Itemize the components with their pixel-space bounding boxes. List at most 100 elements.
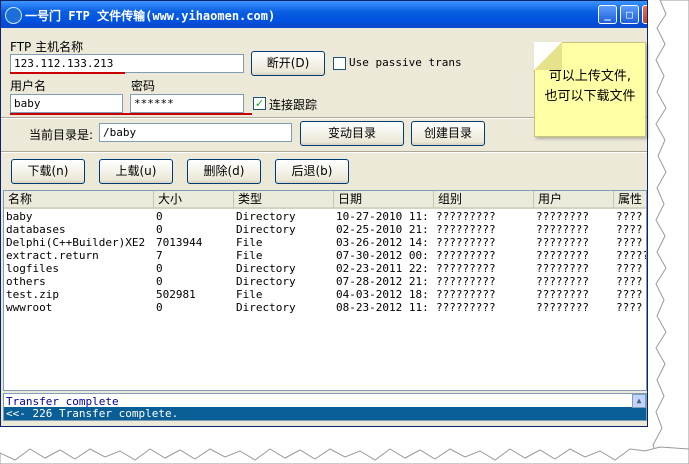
cell-name: baby — [6, 210, 33, 223]
disconnect-button[interactable]: 断开(D) — [251, 51, 325, 76]
cell-group: ????????? — [436, 236, 496, 249]
cell-group: ????????? — [436, 223, 496, 236]
current-dir-input[interactable]: /baby — [99, 123, 292, 142]
cell-user: ???????? — [536, 249, 589, 262]
table-row[interactable]: others 0 Directory 07-28-2012 21:??????????… — [4, 275, 646, 288]
list-header: 名称 大小 类型 日期 组别 用户 属性 — [4, 191, 646, 209]
cell-type: Directory — [236, 210, 296, 223]
cell-type: Directory — [236, 262, 296, 275]
cell-attr: ???? — [616, 288, 643, 301]
cell-type: File — [236, 288, 263, 301]
cell-size: 0 — [156, 210, 163, 223]
password-label: 密码 — [131, 79, 156, 93]
cell-attr: ???? — [616, 275, 643, 288]
user-label: 用户名 — [10, 79, 47, 93]
column-header-group[interactable]: 组别 — [434, 191, 534, 209]
cell-size: 0 — [156, 275, 163, 288]
cell-date: 03-26-2012 14: — [336, 236, 429, 249]
column-header-date[interactable]: 日期 — [334, 191, 434, 209]
credentials-underline — [10, 113, 252, 115]
note-fold — [534, 42, 562, 70]
maximize-button[interactable]: □ — [620, 5, 639, 24]
app-icon — [5, 7, 22, 24]
column-header-user[interactable]: 用户 — [534, 191, 614, 209]
host-input[interactable]: 123.112.133.213 — [10, 54, 244, 73]
cell-group: ????????? — [436, 210, 496, 223]
window-title: 一号门 FTP 文件传输(www.yihaomen.com) — [25, 9, 276, 23]
cell-type: Directory — [236, 275, 296, 288]
cell-group: ????????? — [436, 275, 496, 288]
file-list[interactable]: 名称 大小 类型 日期 组别 用户 属性 baby 0 Directory 10-27… — [3, 190, 647, 391]
sticky-note: 可以上传文件, 也可以下载文件 — [534, 42, 646, 137]
password-input[interactable]: ****** — [130, 94, 244, 113]
cell-type: Directory — [236, 223, 296, 236]
download-button[interactable]: 下载(n) — [11, 159, 85, 184]
table-row[interactable]: test.zip 502981 File 04-03-2012 18:????????… — [4, 288, 646, 301]
table-row[interactable]: wwwroot 0 Directory 08-23-2012 11:?????????… — [4, 301, 646, 314]
separator — [1, 151, 647, 153]
back-button[interactable]: 后退(b) — [275, 159, 349, 184]
title-bar[interactable]: 一号门 FTP 文件传输(www.yihaomen.com) _ □ × — [1, 1, 647, 28]
cell-date: 10-27-2010 11: — [336, 210, 429, 223]
scroll-up-icon[interactable]: ▲ — [632, 394, 646, 408]
trace-checkbox[interactable]: ✓ — [253, 97, 266, 110]
log-line-selected: <<- 226 Transfer complete. — [4, 407, 646, 420]
table-row[interactable]: logfiles 0 Directory 02-23-2011 22:????????… — [4, 262, 646, 275]
note-text: 可以上传文件, 也可以下载文件 — [544, 69, 636, 104]
cell-attr: ???? — [616, 223, 643, 236]
column-header-size[interactable]: 大小 — [154, 191, 234, 209]
cell-user: ???????? — [536, 236, 589, 249]
cell-attr: ???? — [616, 236, 643, 249]
cell-attr: ???? — [616, 262, 643, 275]
cell-name: extract.return — [6, 249, 99, 262]
delete-button[interactable]: 删除(d) — [187, 159, 261, 184]
cell-size: 7 — [156, 249, 163, 262]
table-row[interactable]: baby 0 Directory 10-27-2010 11:????????????… — [4, 210, 646, 223]
cell-type: File — [236, 249, 263, 262]
cell-group: ????????? — [436, 249, 496, 262]
cell-user: ???????? — [536, 301, 589, 314]
current-dir-label: 当前目录是: — [29, 128, 94, 142]
column-header-name[interactable]: 名称 — [4, 191, 154, 209]
cell-date: 04-03-2012 18: — [336, 288, 429, 301]
cell-name: databases — [6, 223, 66, 236]
cell-size: 0 — [156, 223, 163, 236]
user-input[interactable]: baby — [10, 94, 123, 113]
cell-date: 08-23-2012 11: — [336, 301, 429, 314]
column-header-attr[interactable]: 属性 — [614, 191, 646, 209]
cell-date: 07-30-2012 00: — [336, 249, 429, 262]
cell-user: ???????? — [536, 223, 589, 236]
cell-user: ???????? — [536, 275, 589, 288]
table-row[interactable]: Delphi(C++Builder)XE2 7013944 File 03-26-20… — [4, 236, 646, 249]
change-dir-button[interactable]: 变动目录 — [300, 121, 404, 146]
cell-attr: ???? — [616, 301, 643, 314]
cell-group: ????????? — [436, 301, 496, 314]
column-header-type[interactable]: 类型 — [234, 191, 334, 209]
log-panel[interactable]: Transfer complete <<- 226 Transfer compl… — [3, 393, 647, 421]
table-row[interactable]: extract.return 7 File 07-30-2012 00:???????… — [4, 249, 646, 262]
create-dir-button[interactable]: 创建目录 — [411, 121, 485, 146]
cell-name: others — [6, 275, 46, 288]
cell-date: 02-25-2010 21: — [336, 223, 429, 236]
cell-date: 07-28-2012 21: — [336, 275, 429, 288]
cell-size: 502981 — [156, 288, 196, 301]
cell-attr: ???? — [616, 210, 643, 223]
cell-name: wwwroot — [6, 301, 53, 314]
passive-checkbox[interactable] — [333, 57, 346, 70]
torn-edge-right — [652, 0, 689, 464]
cell-user: ???????? — [536, 262, 589, 275]
cell-size: 0 — [156, 301, 163, 314]
cell-attr: ????? — [616, 249, 647, 262]
minimize-button[interactable]: _ — [598, 5, 617, 24]
list-rows: baby 0 Directory 10-27-2010 11:????????????… — [4, 210, 646, 314]
cell-group: ????????? — [436, 288, 496, 301]
torn-edge-bottom — [0, 446, 689, 464]
table-row[interactable]: databases 0 Directory 02-25-2010 21:???????… — [4, 223, 646, 236]
cell-name: test.zip — [6, 288, 59, 301]
cell-type: File — [236, 236, 263, 249]
cell-user: ???????? — [536, 288, 589, 301]
host-underline — [10, 72, 125, 74]
cell-user: ???????? — [536, 210, 589, 223]
trace-label: 连接跟踪 — [269, 98, 318, 112]
upload-button[interactable]: 上载(u) — [99, 159, 173, 184]
